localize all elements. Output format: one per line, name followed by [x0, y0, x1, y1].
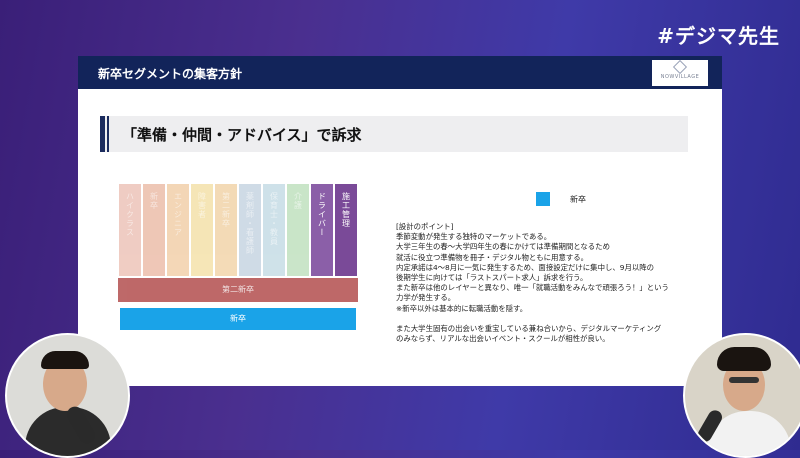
segment-column: 保育士・教員	[263, 184, 285, 276]
glasses-icon	[729, 377, 759, 383]
segment-column-label: ハイクラス	[125, 192, 135, 237]
note-line: ※新卒以外は基本的に転職活動を隠す。	[396, 303, 528, 313]
segment-column: ドライバー	[311, 184, 333, 276]
note-line: また大学生固有の出会いを重宝している兼ね合いから、デジタルマーケティング	[396, 323, 662, 333]
company-logo: NOWVILLAGE	[652, 59, 708, 86]
presenter-right-video	[683, 333, 800, 458]
headline-bar: 「準備・仲間・アドバイス」で訴求	[100, 116, 688, 152]
segment-column-label: 介護	[293, 192, 303, 210]
segment-columns: ハイクラス 新卒 エンジニア 障害者 第二新卒 薬剤師・看護師 保育士・教員 介護 ドライバー 施…	[118, 184, 358, 276]
segment-column: 薬剤師・看護師	[239, 184, 261, 276]
slide-header: 新卒セグメントの集客方針 NOWVILLAGE	[78, 56, 722, 89]
note-line: 力学が発生する。	[396, 293, 456, 303]
presenter-left-hair	[41, 351, 89, 369]
segment-diagram: ハイクラス 新卒 エンジニア 障害者 第二新卒 薬剤師・看護師 保育士・教員 介護 ドライバー施…	[116, 184, 360, 334]
segment-column: 新卒	[143, 184, 165, 276]
segment-column: 第二新卒	[215, 184, 237, 276]
segment-column-label: 第二新卒	[221, 192, 231, 228]
slide-title: 新卒セグメントの集客方針	[98, 67, 243, 81]
presenter-left-video	[5, 333, 130, 458]
segment-column-label: 保育士・教員	[269, 192, 279, 246]
headline-accent-thin	[107, 116, 109, 152]
headline-accent	[100, 116, 105, 152]
note-line: 季節変動が発生する独特のマーケットである。	[396, 232, 552, 242]
legend-swatch	[536, 192, 550, 206]
legend-label: 新卒	[570, 195, 586, 204]
note-line: [設計のポイント]	[396, 222, 454, 231]
note-line: 内定承諾は4〜8月に一気に発生するため、面接設定だけに集中し、9月以降の	[396, 262, 655, 272]
segment-column-label: ドライバー	[317, 192, 327, 237]
logo-diamond-icon	[672, 59, 688, 75]
brand-logo-text: #デジマ先生	[657, 24, 780, 48]
segment-column: 介護	[287, 184, 309, 276]
segment-column-label: 新卒	[149, 192, 159, 210]
presenter-right-hair	[717, 347, 771, 371]
segment-column: 施工管理	[335, 184, 357, 276]
presentation-slide: 新卒セグメントの集客方針 NOWVILLAGE 「準備・仲間・アドバイス」で訴求…	[78, 56, 722, 386]
segment-column: エンジニア	[167, 184, 189, 276]
logo-text: NOWVILLAGE	[660, 74, 700, 80]
design-notes: [設計のポイント] 季節変動が発生する独特のマーケットである。 大学三年生の春〜大学…	[396, 222, 714, 344]
note-line: また新卒は他のレイヤーと異なり、唯一「就職活動をみんなで頑張ろう！」という	[396, 283, 669, 293]
headline-text: 「準備・仲間・アドバイス」で訴求	[122, 126, 362, 144]
note-line: 就活に役立つ準備物を冊子・デジタル物ともに用意する。	[396, 252, 589, 262]
second-grad-band: 第二新卒	[118, 278, 358, 302]
segment-column-label: 施工管理	[341, 192, 351, 228]
note-line: 大学三年生の春〜大学四年生の春にかけては準備期間となるため	[396, 242, 610, 252]
segment-column: ハイクラス	[119, 184, 141, 276]
new-grad-band: 新卒	[120, 308, 356, 330]
segment-column-label: 薬剤師・看護師	[245, 192, 255, 255]
segment-column-label: エンジニア	[173, 192, 183, 237]
segment-column: 障害者	[191, 184, 213, 276]
segment-column-label: 障害者	[197, 192, 207, 219]
note-line	[396, 314, 714, 324]
note-line: のみならず、リアルな出会いイベント・スクールが相性が良い。	[396, 334, 610, 344]
note-line: 後期学生に向けては「ラストスパート求人」訴求を行う。	[396, 273, 588, 283]
